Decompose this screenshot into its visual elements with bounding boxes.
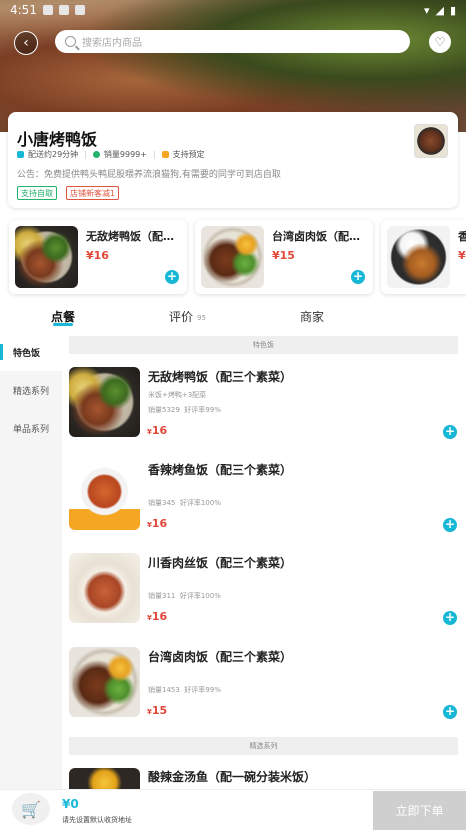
price-value: 15	[151, 704, 168, 717]
sidebar-item-label: 单品系列	[13, 424, 50, 435]
place-order-button[interactable]: 立即下单	[373, 791, 466, 830]
signal-icon: ◢	[435, 3, 444, 17]
dish-price: ¥16	[147, 424, 167, 437]
sales-count: 销量311	[148, 592, 176, 600]
search-input[interactable]: 搜索店内商品	[55, 30, 410, 53]
add-to-cart-button[interactable]: +	[443, 425, 457, 439]
dish-image[interactable]	[69, 367, 140, 437]
favorite-button[interactable]: ♡	[429, 31, 451, 53]
notification-icon	[42, 5, 53, 15]
add-to-cart-button[interactable]: +	[351, 270, 365, 284]
reviews-count: 95	[197, 314, 206, 322]
cart-button[interactable]: 🛒	[12, 793, 50, 825]
add-to-cart-button[interactable]: +	[443, 518, 457, 532]
sales-count: 销量1453	[148, 686, 180, 694]
dish-sales: 销量1453 好评率99%	[148, 685, 221, 695]
recommended-item-name: 台湾卤肉饭（配…	[272, 230, 360, 243]
search-icon	[65, 36, 76, 47]
dish-price: ¥16	[147, 610, 167, 623]
dish-name[interactable]: 香辣烤鱼饭（配三个素菜）	[148, 461, 292, 478]
rating: 好评率100%	[179, 592, 221, 600]
clock-icon	[17, 151, 24, 158]
status-bar: 4:51 ▾ ◢ ▮	[0, 0, 466, 20]
dish-description: 米饭+烤鸭+3配菜	[148, 391, 207, 399]
search-placeholder: 搜索店内商品	[82, 38, 142, 49]
dish-image[interactable]	[69, 647, 140, 717]
status-time: 4:51	[10, 3, 37, 17]
pickup-tag: 支持自取	[17, 186, 57, 200]
recommended-item-price: ¥16	[86, 249, 109, 262]
dish-price: ¥15	[147, 704, 167, 717]
shop-notice: 公告：免费提供鸭头鸭屁股喂养流浪猫狗,有需要的同学可到店自取	[17, 170, 281, 180]
recommended-item[interactable]: 台湾卤肉饭（配… ¥15 +	[195, 220, 373, 294]
dish-sales: 销量311 好评率100%	[148, 591, 221, 601]
calendar-icon	[161, 151, 169, 158]
reservation-label: 支持预定	[172, 150, 205, 159]
recommended-item-price: ¥	[458, 249, 466, 262]
dish-name[interactable]: 酸辣金汤鱼（配一碗分装米饭）	[148, 768, 316, 785]
dish-name[interactable]: 无敌烤鸭饭（配三个素菜）	[148, 368, 292, 385]
dish-image[interactable]	[69, 553, 140, 623]
sidebar-item-single-series[interactable]: 单品系列	[0, 409, 62, 447]
dish-image	[201, 226, 264, 288]
rating: 好评率99%	[184, 686, 221, 694]
sales-icon	[92, 151, 100, 158]
dish-image	[15, 226, 78, 288]
sales-count: 销量9999+	[103, 150, 147, 159]
price-value: 16	[151, 424, 168, 437]
chevron-left-icon: ‹	[23, 35, 29, 51]
delivery-time: 配送约29分钟	[28, 150, 79, 159]
recommended-item[interactable]: 无敌烤鸭饭（配… ¥16 +	[9, 220, 187, 294]
cart-total: ¥0	[62, 797, 79, 811]
app-notification-icon	[58, 5, 69, 15]
dish-sales: 销量5329 好评率99%	[148, 405, 221, 415]
dish-image	[387, 226, 450, 288]
recommended-item[interactable]: 香… ¥	[381, 220, 466, 294]
sidebar-item-featured[interactable]: 特色饭	[0, 333, 62, 371]
rating: 好评率99%	[184, 406, 221, 414]
sales-count: 销量345	[148, 499, 176, 507]
add-to-cart-button[interactable]: +	[443, 611, 457, 625]
tab-reviews[interactable]: 评价	[169, 308, 193, 325]
recommended-item-price: ¥15	[272, 249, 295, 262]
app-screen: 4:51 ▾ ◢ ▮ ‹ 搜索店内商品 ♡ 小唐烤鸭饭 配送约29分钟 | 销量…	[0, 0, 466, 830]
active-tab-indicator	[53, 323, 73, 326]
rating: 好评率100%	[179, 499, 221, 507]
price-value: 16	[151, 517, 168, 530]
shopping-cart-icon: 🛒	[21, 799, 41, 819]
sales-count: 销量5329	[148, 406, 180, 414]
section-header: 特色饭	[69, 336, 458, 354]
dish-sales: 销量345 好评率100%	[148, 498, 221, 508]
sidebar-item-label: 精选系列	[13, 386, 50, 397]
sidebar-item-selected-series[interactable]: 精选系列	[0, 371, 62, 409]
shop-logo	[414, 124, 448, 158]
shop-meta: 配送约29分钟 | 销量9999+ | 支持预定	[17, 149, 205, 160]
dish-image[interactable]	[69, 460, 140, 530]
add-to-cart-button[interactable]: +	[165, 270, 179, 284]
recommended-item-name: 无敌烤鸭饭（配…	[86, 230, 174, 243]
wifi-icon: ▾	[423, 3, 430, 17]
tab-merchant[interactable]: 商家	[300, 308, 324, 325]
divider: |	[84, 150, 87, 159]
battery-icon: ▮	[449, 3, 456, 17]
divider: |	[152, 150, 156, 159]
sidebar-item-label: 特色饭	[13, 348, 41, 359]
price-value: 16	[151, 610, 168, 623]
add-to-cart-button[interactable]: +	[443, 705, 457, 719]
dish-image[interactable]	[69, 768, 140, 789]
download-icon	[74, 5, 85, 15]
dish-price: ¥16	[147, 517, 167, 530]
section-header: 精选系列	[69, 737, 458, 755]
dish-name[interactable]: 台湾卤肉饭（配三个素菜）	[148, 648, 292, 665]
new-customer-tag: 店铺新客减1	[66, 186, 120, 200]
address-hint[interactable]: 请先设置默认收货地址	[62, 815, 132, 825]
dish-name[interactable]: 川香肉丝饭（配三个素菜）	[148, 554, 292, 571]
shop-name: 小唐烤鸭饭	[17, 130, 98, 149]
recommended-item-name: 香…	[458, 230, 466, 243]
heart-icon: ♡	[434, 35, 446, 49]
back-button[interactable]: ‹	[14, 31, 38, 55]
